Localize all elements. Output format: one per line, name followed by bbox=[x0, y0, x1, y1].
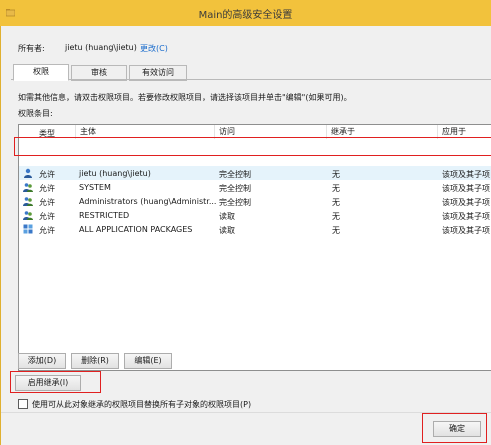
cell-access: 完全控制 bbox=[219, 184, 251, 193]
cell-principal: ALL APPLICATION PACKAGES bbox=[79, 225, 193, 234]
tab-permissions[interactable]: 权限 bbox=[13, 64, 69, 81]
cell-inherited-from: 无 bbox=[332, 198, 340, 207]
change-owner-link[interactable]: 更改(C) bbox=[140, 43, 168, 54]
group-icon bbox=[23, 211, 33, 220]
group-icon bbox=[23, 197, 33, 206]
cell-access: 完全控制 bbox=[219, 170, 251, 179]
footer-area bbox=[1, 413, 491, 445]
edit-button[interactable]: 编辑(E) bbox=[124, 353, 172, 369]
cell-inherited-from: 无 bbox=[332, 170, 340, 179]
table-row[interactable]: 允许 SYSTEM 完全控制 无 该项及其子项 bbox=[19, 180, 491, 194]
header-access[interactable]: 访问 bbox=[214, 125, 235, 139]
cell-access: 读取 bbox=[219, 226, 235, 235]
cell-applies-to: 该项及其子项 bbox=[442, 184, 490, 193]
user-icon bbox=[24, 168, 32, 178]
cell-applies-to: 该项及其子项 bbox=[442, 212, 490, 221]
package-icon bbox=[23, 224, 33, 234]
owner-label: 所有者: bbox=[18, 44, 45, 53]
cell-type: 允许 bbox=[39, 212, 55, 221]
cell-applies-to: 该项及其子项 bbox=[442, 170, 490, 179]
tab-divider bbox=[11, 79, 491, 80]
group-icon bbox=[23, 183, 33, 192]
replace-child-permissions-label: 使用可从此对象继承的权限项目替换所有子对象的权限项目(P) bbox=[32, 400, 252, 409]
header-inherited-from[interactable]: 继承于 bbox=[326, 125, 355, 139]
cell-inherited-from: 无 bbox=[332, 184, 340, 193]
cell-type: 允许 bbox=[39, 170, 55, 179]
cell-inherited-from: 无 bbox=[332, 212, 340, 221]
cell-type: 允许 bbox=[39, 184, 55, 193]
header-type[interactable]: 类型 bbox=[39, 128, 55, 139]
dialog-body: 所有者: jietu (huang\jietu) 更改(C) 权限 审核 有效访… bbox=[0, 26, 491, 445]
permission-entries-table[interactable]: 类型 主体 访问 继承于 应用于 允许 jietu (huang\jietu) … bbox=[18, 124, 491, 371]
window-title: Main的高级安全设置 bbox=[198, 10, 293, 21]
cell-applies-to: 该项及其子项 bbox=[442, 226, 490, 235]
ok-button[interactable]: 确定 bbox=[433, 421, 481, 437]
cell-principal: jietu (huang\jietu) bbox=[79, 169, 151, 178]
table-row[interactable]: 允许 Administrators (huang\Administr... 完全… bbox=[19, 194, 491, 208]
cell-principal: RESTRICTED bbox=[79, 211, 130, 220]
replace-child-permissions-checkbox[interactable] bbox=[18, 399, 28, 409]
cell-access: 完全控制 bbox=[219, 198, 251, 207]
title-bar: Main的高级安全设置 bbox=[0, 0, 491, 26]
table-header: 类型 主体 访问 继承于 应用于 bbox=[19, 125, 491, 139]
info-text: 如需其他信息，请双击权限项目。若要修改权限项目，请选择该项目并单击"编辑"(如果… bbox=[18, 93, 352, 102]
cell-inherited-from: 无 bbox=[332, 226, 340, 235]
table-row[interactable]: 允许 ALL APPLICATION PACKAGES 读取 无 该项及其子项 bbox=[19, 222, 491, 236]
cell-access: 读取 bbox=[219, 212, 235, 221]
cell-type: 允许 bbox=[39, 226, 55, 235]
add-button[interactable]: 添加(D) bbox=[18, 353, 66, 369]
header-applies-to[interactable]: 应用于 bbox=[437, 125, 466, 139]
cell-principal: Administrators (huang\Administr... bbox=[79, 197, 217, 206]
cell-type: 允许 bbox=[39, 198, 55, 207]
enable-inheritance-button[interactable]: 启用继承(I) bbox=[15, 375, 81, 391]
permission-entries-label: 权限条目: bbox=[18, 109, 53, 118]
header-principal[interactable]: 主体 bbox=[75, 125, 96, 139]
table-row[interactable]: 允许 jietu (huang\jietu) 完全控制 无 该项及其子项 bbox=[19, 166, 491, 180]
table-row[interactable]: 允许 RESTRICTED 读取 无 该项及其子项 bbox=[19, 208, 491, 222]
cell-applies-to: 该项及其子项 bbox=[442, 198, 490, 207]
owner-value: jietu (huang\jietu) bbox=[65, 43, 137, 52]
remove-button[interactable]: 删除(R) bbox=[71, 353, 119, 369]
cell-principal: SYSTEM bbox=[79, 183, 111, 192]
